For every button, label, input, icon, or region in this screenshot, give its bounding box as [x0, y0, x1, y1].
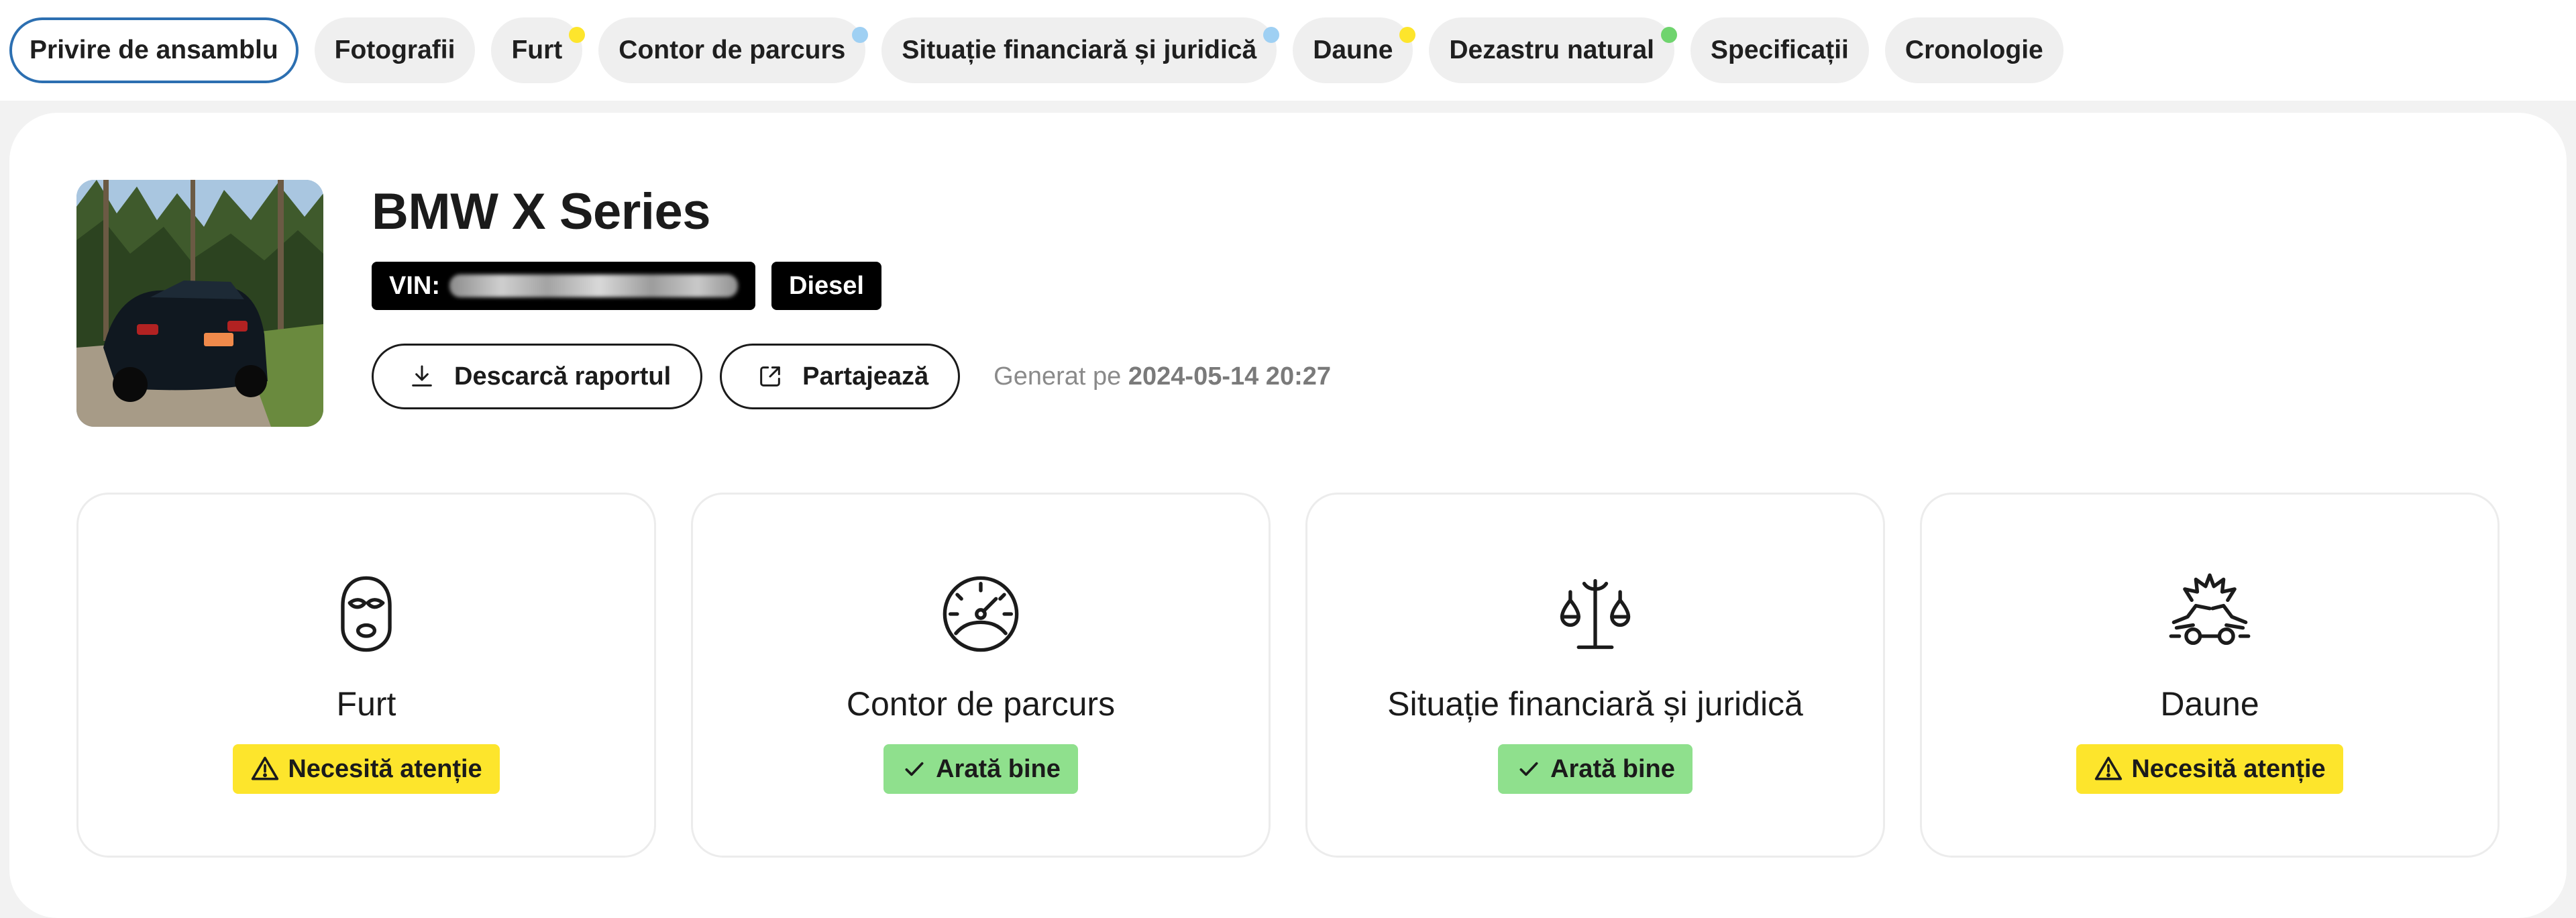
- vehicle-title: BMW X Series: [372, 183, 711, 240]
- share-icon: [760, 366, 780, 387]
- download-label: Descarcă raportul: [454, 362, 672, 391]
- tab-overview[interactable]: Privire de ansamblu: [9, 17, 299, 83]
- status-badge: Necesită atenție: [233, 744, 500, 794]
- status-dot: [852, 27, 869, 43]
- vin-label: VIN:: [389, 271, 440, 300]
- report-card: BMW X Series VIN: Diesel Descarcă raport…: [9, 113, 2567, 918]
- share-label: Partajează: [802, 362, 929, 391]
- tab-label: Contor de parcurs: [619, 36, 846, 64]
- vehicle-badges: VIN: Diesel: [372, 262, 881, 310]
- tab-financial-legal[interactable]: Situație financiară și juridică: [881, 17, 1280, 83]
- fuel-badge: Diesel: [771, 262, 881, 310]
- tab-label: Daune: [1313, 36, 1393, 64]
- speedometer-icon: [943, 576, 1019, 652]
- generated-date: 2024-05-14 20:27: [1128, 362, 1332, 391]
- summary-label: Furt: [336, 685, 396, 723]
- status-text: Necesită atenție: [288, 754, 482, 783]
- tab-damage[interactable]: Daune: [1293, 17, 1416, 83]
- summary-label: Situație financiară și juridică: [1387, 685, 1803, 723]
- check-icon: [1519, 762, 1538, 776]
- tab-theft[interactable]: Furt: [491, 17, 586, 83]
- vehicle-photo[interactable]: [76, 180, 323, 427]
- summary-card-odometer[interactable]: Contor de parcurs Arată bine: [691, 493, 1271, 858]
- status-text: Necesită atenție: [2131, 754, 2326, 783]
- tab-label: Dezastru natural: [1449, 36, 1654, 64]
- tab-label: Furt: [511, 36, 563, 64]
- tab-label: Specificații: [1710, 36, 1849, 64]
- status-dot: [569, 27, 586, 43]
- status-dot: [1263, 27, 1280, 43]
- status-badge: Arată bine: [1498, 744, 1693, 794]
- vin-badge: VIN:: [372, 262, 755, 310]
- summary-label: Contor de parcurs: [846, 685, 1116, 723]
- status-dot: [1399, 27, 1416, 43]
- car-crash-icon: [2169, 573, 2251, 645]
- status-badge: Necesită atenție: [2076, 744, 2343, 794]
- tab-label: Fotografii: [334, 36, 455, 64]
- report-actions: Descarcă raportul Partajează Generat pe …: [372, 344, 1331, 409]
- scales-icon: [1560, 578, 1631, 650]
- tab-label: Cronologie: [1904, 36, 2043, 64]
- tab-label: Privire de ansamblu: [30, 36, 278, 64]
- tab-specifications[interactable]: Specificații: [1690, 17, 1869, 83]
- status-text: Arată bine: [936, 754, 1061, 783]
- status-dot: [1660, 27, 1677, 43]
- tab-photos[interactable]: Fotografii: [314, 17, 476, 83]
- summary-label: Daune: [2160, 685, 2259, 723]
- download-report-button[interactable]: Descarcă raportul: [372, 344, 703, 409]
- summary-cards: Furt Necesită atenție Contor de parcurs: [76, 493, 2500, 858]
- download-icon: [412, 365, 432, 387]
- tab-timeline[interactable]: Cronologie: [1884, 17, 2063, 83]
- tab-label: Situație financiară și juridică: [902, 36, 1257, 64]
- summary-card-theft[interactable]: Furt Necesită atenție: [76, 493, 656, 858]
- tab-odometer[interactable]: Contor de parcurs: [598, 17, 869, 83]
- section-tabs: Privire de ansamblu Fotografii Furt Cont…: [0, 0, 2576, 101]
- check-icon: [905, 762, 924, 776]
- status-text: Arată bine: [1550, 754, 1675, 783]
- share-button[interactable]: Partajează: [720, 344, 961, 409]
- tab-natural-disaster[interactable]: Dezastru natural: [1429, 17, 1677, 83]
- generated-prefix: Generat pe: [994, 362, 1122, 391]
- warning-icon: [2095, 756, 2123, 780]
- balaclava-icon: [341, 576, 392, 652]
- vin-value-redacted: [449, 274, 738, 297]
- summary-card-damage[interactable]: Daune Necesită atenție: [1920, 493, 2500, 858]
- generated-timestamp: Generat pe 2024-05-14 20:27: [994, 362, 1331, 391]
- summary-card-financial-legal[interactable]: Situație financiară și juridică Arată bi…: [1305, 493, 1885, 858]
- status-badge: Arată bine: [883, 744, 1078, 794]
- warning-icon: [252, 756, 279, 780]
